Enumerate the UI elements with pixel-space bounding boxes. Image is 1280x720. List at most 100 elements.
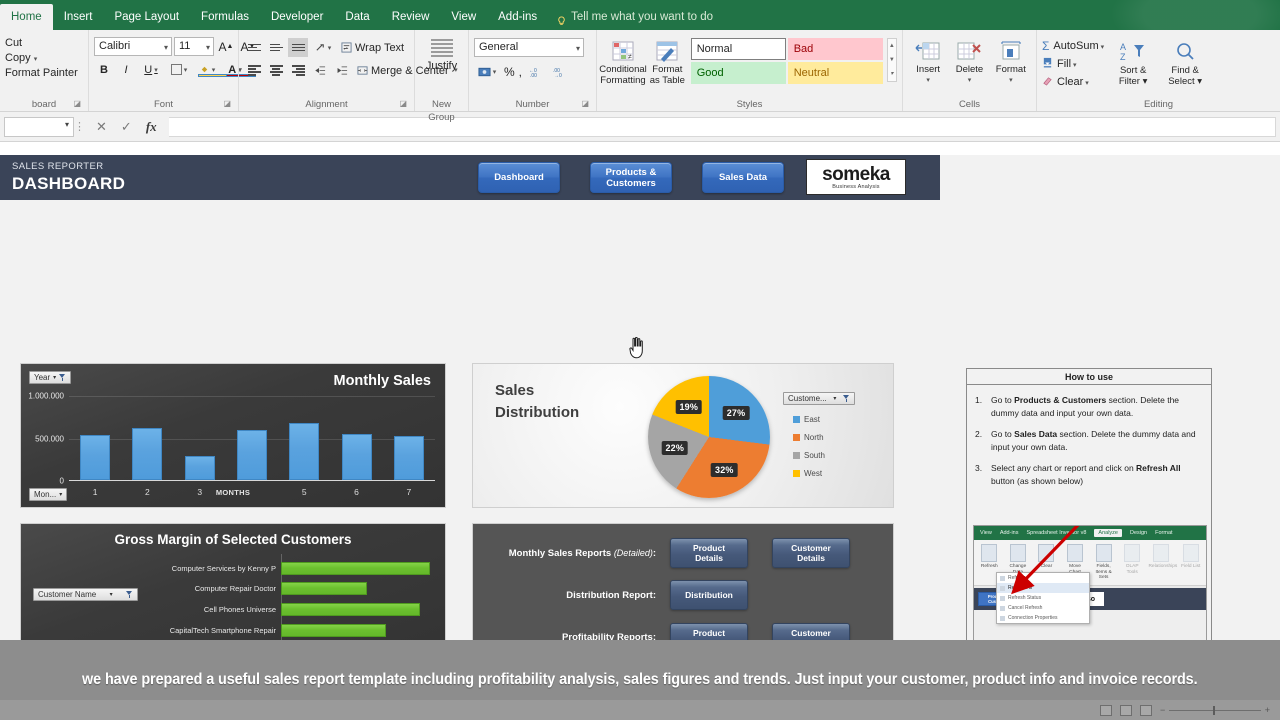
copy-button[interactable]: Copy ▾ <box>5 52 78 64</box>
comma-style-button[interactable]: , <box>519 65 522 79</box>
conditional-formatting-button[interactable]: ≠ Conditional Formatting <box>599 38 647 86</box>
align-middle-icon[interactable] <box>266 38 286 57</box>
wrap-text-button[interactable]: Wrap Text <box>338 38 407 57</box>
delete-cells-button[interactable]: Delete ▾ <box>949 38 989 86</box>
number-format-select[interactable]: General <box>474 38 584 57</box>
ribbon-tab-view[interactable]: View <box>440 5 487 30</box>
orientation-button[interactable] <box>310 38 336 57</box>
sort-filter-button[interactable]: A Z Sort & Filter ▾ <box>1110 39 1156 87</box>
increase-indent-icon[interactable] <box>332 61 352 80</box>
decrease-indent-icon[interactable] <box>310 61 330 80</box>
cut-button[interactable]: Cut <box>5 37 78 49</box>
align-center-icon[interactable] <box>266 61 286 80</box>
format-painter-button[interactable]: Format Painter <box>5 67 78 79</box>
find-select-button[interactable]: Find & Select ▾ <box>1162 39 1208 87</box>
report-row-distribution: Distribution Report: Distribution <box>485 580 883 611</box>
cell-styles-gallery: Normal Bad Good Neutral <box>690 38 883 84</box>
clear-button[interactable]: Clear <box>1042 75 1104 89</box>
font-family-select[interactable]: Calibri <box>94 37 172 56</box>
fill-color-button[interactable] <box>194 60 228 79</box>
ribbon-tab-developer[interactable]: Developer <box>260 5 334 30</box>
insert-cells-button[interactable]: Insert ▾ <box>908 38 948 86</box>
ribbon-tab-add-ins[interactable]: Add-ins <box>487 5 548 30</box>
alignment-dialog-launcher[interactable]: ◪ <box>399 97 407 110</box>
fill-button[interactable]: Fill <box>1042 57 1104 71</box>
slicer-year[interactable]: Year ▾ <box>29 371 72 384</box>
scroll-down-icon[interactable]: ▼ <box>888 53 896 67</box>
ribbon-tab-page-layout[interactable]: Page Layout <box>103 5 190 30</box>
bar-6 <box>341 434 372 480</box>
italic-button[interactable]: I <box>116 60 136 79</box>
mini-tab-format: Format <box>1155 530 1173 536</box>
slicer-month[interactable]: Mon... ▾ <box>29 488 68 501</box>
svg-text:.00: .00 <box>530 73 537 78</box>
insert-function-icon[interactable]: fx <box>146 119 157 135</box>
mouse-cursor-icon <box>628 336 646 359</box>
cell-styles-scrollbar[interactable]: ▲ ▼ ▾ <box>886 38 897 82</box>
ribbon-tab-data[interactable]: Data <box>334 5 380 30</box>
report-button-product-details[interactable]: Product Details <box>670 538 748 569</box>
wrap-text-icon <box>341 42 352 53</box>
zoom-out-icon[interactable]: − <box>1160 705 1165 715</box>
font-dialog-launcher[interactable]: ◪ <box>223 97 231 110</box>
name-box[interactable] <box>4 116 74 137</box>
zoom-slider[interactable]: − + <box>1160 705 1270 715</box>
increase-decimal-button[interactable]: ←0.00 <box>526 62 546 81</box>
page-layout-view-icon[interactable] <box>1120 704 1132 716</box>
report-button-customer-details[interactable]: Customer Details <box>772 538 850 569</box>
nav-button-dashboard[interactable]: Dashboard <box>478 162 560 193</box>
delete-chevron-down-icon[interactable]: ▾ <box>968 75 972 86</box>
formula-input[interactable] <box>168 116 1276 137</box>
borders-button[interactable] <box>166 60 192 79</box>
mini-ribbon-icon <box>981 544 998 562</box>
zoom-in-icon[interactable]: + <box>1265 705 1270 715</box>
accounting-format-button[interactable] <box>474 62 500 81</box>
format-chevron-down-icon[interactable]: ▾ <box>1009 75 1013 86</box>
number-dialog-launcher[interactable]: ◪ <box>581 97 589 110</box>
ribbon-tab-insert[interactable]: Insert <box>53 5 104 30</box>
monthly-sales-chart[interactable]: Year ▾ Monthly Sales 1.000.000 500.000 0 … <box>20 363 446 508</box>
decrease-decimal-button[interactable]: .00 →0 <box>550 62 570 81</box>
align-left-icon[interactable] <box>244 61 264 80</box>
normal-view-icon[interactable] <box>1100 704 1112 716</box>
zoom-slider-thumb[interactable] <box>1213 705 1216 715</box>
format-as-table-button[interactable]: Format as Table <box>648 38 687 86</box>
ribbon-tab-home[interactable]: Home <box>0 4 53 30</box>
scroll-up-icon[interactable]: ▲ <box>888 39 896 53</box>
scroll-more-icon[interactable]: ▾ <box>888 67 896 81</box>
cell-style-normal[interactable]: Normal <box>690 38 786 60</box>
tell-me-box[interactable]: Tell me what you want to do <box>548 5 721 30</box>
align-top-icon[interactable] <box>244 38 264 57</box>
justify-label[interactable]: Justify <box>426 60 457 72</box>
cancel-formula-icon[interactable]: ✕ <box>96 119 107 135</box>
increase-font-size-button[interactable]: A ▲ <box>216 37 236 56</box>
align-bottom-icon[interactable] <box>288 38 308 57</box>
font-size-select[interactable]: 11 <box>174 37 214 56</box>
underline-button[interactable]: U <box>138 60 164 79</box>
clipboard-dialog-launcher[interactable]: ◪ <box>73 97 81 110</box>
report-button-distribution[interactable]: Distribution <box>670 580 748 611</box>
insert-chevron-down-icon[interactable]: ▾ <box>926 75 930 86</box>
align-right-icon[interactable] <box>288 61 308 80</box>
nav-button-products-customers[interactable]: Products & Customers <box>590 162 672 193</box>
percent-style-button[interactable]: % <box>504 65 515 79</box>
ribbon-tab-formulas[interactable]: Formulas <box>190 5 260 30</box>
nav-button-sales-data[interactable]: Sales Data <box>702 162 784 193</box>
enter-formula-icon[interactable]: ✓ <box>121 119 132 135</box>
format-cells-button[interactable]: Format ▾ <box>991 38 1031 86</box>
sales-distribution-chart[interactable]: Sales Distribution 27% 32% 22% 19% Custo… <box>472 363 894 508</box>
cell-style-neutral[interactable]: Neutral <box>787 62 883 84</box>
gross-margin-row: Computer Repair Doctor <box>29 582 435 596</box>
ribbon-tab-review[interactable]: Review <box>381 5 441 30</box>
pie-label-south: 22% <box>661 441 689 456</box>
bold-button[interactable]: B <box>94 60 114 79</box>
mini-ribbon-label: Relationships <box>1148 564 1178 569</box>
cell-style-good[interactable]: Good <box>690 62 786 84</box>
how-to-step-number: 2. <box>975 429 983 439</box>
cell-style-bad[interactable]: Bad <box>787 38 883 60</box>
ribbon-tab-strip: Home Insert Page Layout Formulas Develop… <box>0 0 1280 30</box>
page-break-view-icon[interactable] <box>1140 704 1152 716</box>
magnifier-icon <box>1172 39 1198 65</box>
slicer-customer-region[interactable]: Custome... ▾ <box>783 392 855 405</box>
autosum-button[interactable]: Σ AutoSum <box>1042 39 1104 53</box>
